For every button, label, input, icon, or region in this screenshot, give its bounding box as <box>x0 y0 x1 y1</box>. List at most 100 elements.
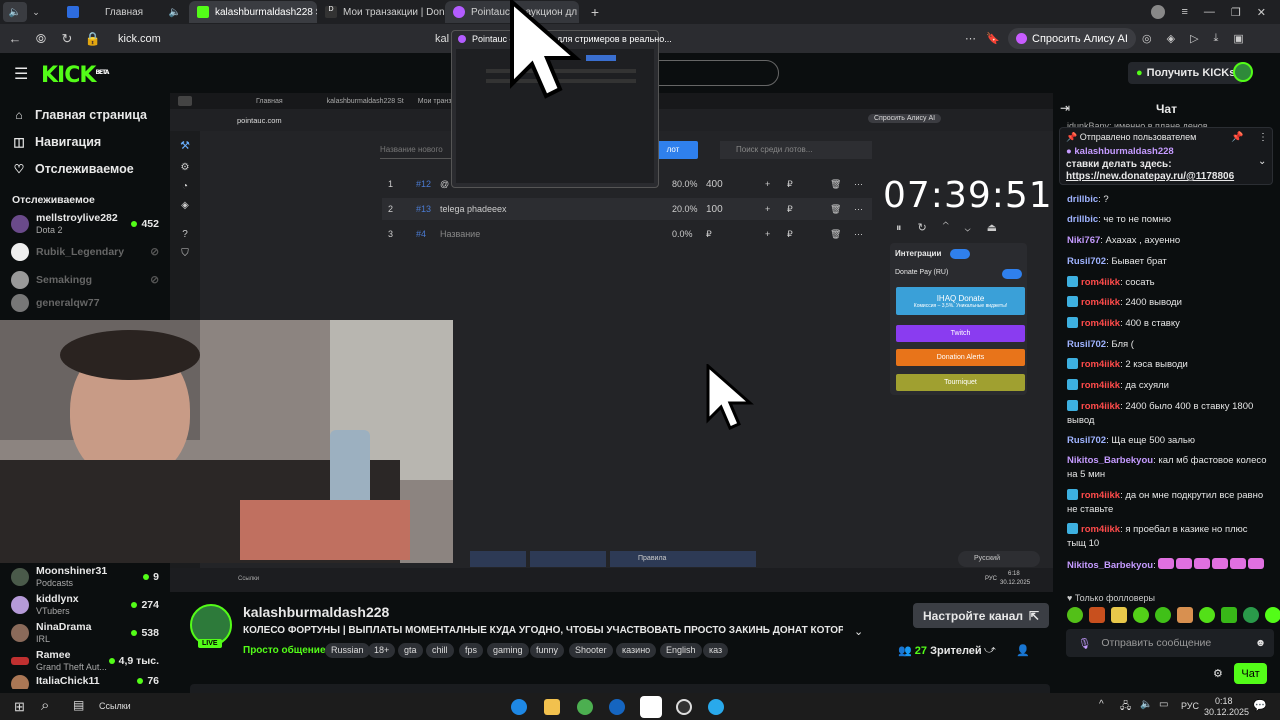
tab-kick-stream[interactable]: kalashburmaldash228 S <box>189 1 317 23</box>
speaker-icon[interactable]: 🔈 <box>3 2 27 22</box>
tab-home[interactable]: Главная 🔈 <box>59 1 189 23</box>
kick-logo[interactable]: KICKBETA <box>41 63 109 88</box>
shield-icon[interactable]: ⦾ <box>28 31 54 47</box>
followed-channel[interactable]: generalqw77 <box>0 294 170 312</box>
tag[interactable]: каз <box>703 643 729 658</box>
recommended-channel[interactable]: Moonshiner31 Podcasts 9 <box>0 563 170 591</box>
globe-icon[interactable]: ◎ <box>1142 32 1152 45</box>
chat-input[interactable]: 🎙 Отправить сообщение ☻ <box>1066 629 1274 657</box>
user-avatar[interactable] <box>1233 62 1253 82</box>
setup-channel-button[interactable]: Настройте канал ⇱ <box>913 603 1050 628</box>
chat-username[interactable]: rom4iikk <box>1081 359 1120 370</box>
chat-username[interactable]: Nikitos_Barbekyou <box>1067 560 1153 571</box>
chevron-down-icon[interactable]: ⌄ <box>27 7 45 18</box>
folder-icon[interactable] <box>544 699 560 715</box>
wallet-icon[interactable]: ▣ <box>1233 32 1243 45</box>
search-icon[interactable]: ⌕ <box>41 697 49 714</box>
tag[interactable]: fps <box>459 643 484 658</box>
recommended-channel[interactable]: kiddlynx VTubers 274 <box>0 591 170 619</box>
yandex-browser-icon[interactable] <box>640 696 662 718</box>
back-icon[interactable]: ← <box>2 31 28 46</box>
pinned-link[interactable]: https://new.donatepay.ru/@1178806 <box>1066 171 1234 182</box>
battery-icon[interactable]: ▭ <box>1159 699 1168 710</box>
tag[interactable]: Shooter <box>569 643 613 658</box>
telegram-icon[interactable] <box>708 699 724 715</box>
app-icon[interactable] <box>609 699 625 715</box>
reload-icon[interactable]: ↻ <box>54 31 80 47</box>
followed-channel[interactable]: mellstroylive282 Dota 2 452 <box>0 210 170 238</box>
tag[interactable]: 18+ <box>368 643 396 658</box>
alice-button[interactable]: Спросить Алису AI <box>1008 28 1136 49</box>
sidebar-item-following[interactable]: ♡ Отслеживаемое <box>0 155 170 182</box>
sidebar-item-home[interactable]: ⌂ Главная страница <box>0 101 170 128</box>
taskbar-date[interactable]: 30.12.2025 <box>1204 707 1249 717</box>
menu-icon[interactable]: ≡ <box>1181 6 1187 18</box>
send-chat-button[interactable]: Чат <box>1234 663 1267 684</box>
taskbar-links[interactable]: Ссылки <box>99 701 131 711</box>
chat-username[interactable]: rom4iikk <box>1081 380 1120 391</box>
chat-username[interactable]: rom4iikk <box>1081 524 1120 535</box>
chat-username[interactable]: rom4iikk <box>1081 490 1120 501</box>
notifications-icon[interactable]: 💬 <box>1253 699 1267 712</box>
chrome-icon[interactable] <box>577 699 593 715</box>
sidebar-item-browse[interactable]: ◫ Навигация <box>0 128 170 155</box>
taskbar-time[interactable]: 0:18 <box>1215 696 1233 706</box>
chat-username[interactable]: Rusil702 <box>1067 435 1106 446</box>
chat-username[interactable]: drillbic <box>1067 194 1098 205</box>
settings-icon[interactable]: ⚙ <box>1213 667 1223 680</box>
tag[interactable]: English <box>660 643 702 658</box>
tray-chevron-icon[interactable]: ^ <box>1099 699 1104 710</box>
recommended-channel[interactable]: Ramee Grand Theft Aut... 4,9 тыс. <box>0 647 170 675</box>
chat-username[interactable]: Nikitos_Barbekyou <box>1067 455 1153 466</box>
chat-username[interactable]: rom4iikk <box>1081 277 1120 288</box>
chat-username[interactable]: Rusil702 <box>1067 256 1106 267</box>
speaker-icon[interactable]: 🔈 <box>169 7 181 18</box>
extension-icon[interactable]: ◈ <box>1167 32 1175 45</box>
chevron-down-icon[interactable]: ⌄ <box>854 625 863 638</box>
emoji-icon[interactable]: ☻ <box>1255 637 1266 649</box>
chat-username[interactable]: rom4iikk <box>1081 401 1120 412</box>
bookmark-icon[interactable]: 🔖 <box>986 32 1000 45</box>
tag[interactable]: funny <box>530 643 565 658</box>
tag[interactable]: Russian <box>325 643 370 658</box>
unpin-icon[interactable]: 📌 <box>1231 132 1243 143</box>
minimize-icon[interactable]: — <box>1204 6 1215 18</box>
chat-username[interactable]: rom4iikk <box>1081 318 1120 329</box>
obs-icon[interactable] <box>676 699 692 715</box>
profile-icon[interactable] <box>1151 5 1166 19</box>
microphone-icon[interactable]: 🎙 <box>1078 637 1091 650</box>
more-icon[interactable]: ⋯ <box>965 32 976 45</box>
streamer-name[interactable]: kalashburmaldash228 <box>243 604 389 620</box>
new-tab-icon[interactable]: + <box>585 4 605 20</box>
chat-username[interactable]: Rusil702 <box>1067 339 1106 350</box>
edge-icon[interactable] <box>511 699 527 715</box>
tab-donate[interactable]: D Мои транзакции | Donate <box>317 1 445 23</box>
get-kicks-button[interactable]: ● Получить KICKs <box>1128 62 1244 84</box>
chat-username[interactable]: Niki767 <box>1067 235 1100 246</box>
hamburger-menu-icon[interactable]: ☰ <box>14 64 28 84</box>
taskbar-lang[interactable]: РУС <box>1181 701 1199 711</box>
tag[interactable]: gaming <box>487 643 529 658</box>
chevron-down-icon[interactable]: ⌄ <box>1258 156 1266 167</box>
windows-start-icon[interactable]: ⊞ <box>14 699 25 715</box>
tag[interactable]: chill <box>426 643 454 658</box>
followed-channel[interactable]: Semakingg ⊘ <box>0 266 170 294</box>
stream-category[interactable]: Просто общение <box>243 645 326 656</box>
task-view-icon[interactable]: ▤ <box>73 698 84 712</box>
url-text[interactable]: kick.com <box>118 33 161 45</box>
play-icon[interactable]: ▷ <box>1190 32 1198 45</box>
network-icon[interactable]: 🖧 <box>1120 699 1131 716</box>
chat-username[interactable]: drillbic <box>1067 214 1098 225</box>
restore-icon[interactable]: ❐ <box>1231 6 1241 19</box>
share-icon[interactable]: ⤻ <box>984 644 996 657</box>
volume-icon[interactable]: 🔈 <box>1140 699 1152 710</box>
download-icon[interactable]: ⤓ <box>1214 32 1219 45</box>
collapse-chat-icon[interactable]: ⇥ <box>1060 101 1070 115</box>
recommended-channel[interactable]: ItaliaChick11 76 <box>0 675 170 689</box>
tag[interactable]: казино <box>616 643 657 658</box>
tag[interactable]: gta <box>398 643 423 658</box>
chat-username[interactable]: rom4iikk <box>1081 297 1120 308</box>
followed-channel[interactable]: Rubik_Legendary ⊘ <box>0 238 170 266</box>
user-add-icon[interactable]: 👤 <box>1016 644 1030 657</box>
close-window-icon[interactable]: ✕ <box>1257 6 1266 19</box>
